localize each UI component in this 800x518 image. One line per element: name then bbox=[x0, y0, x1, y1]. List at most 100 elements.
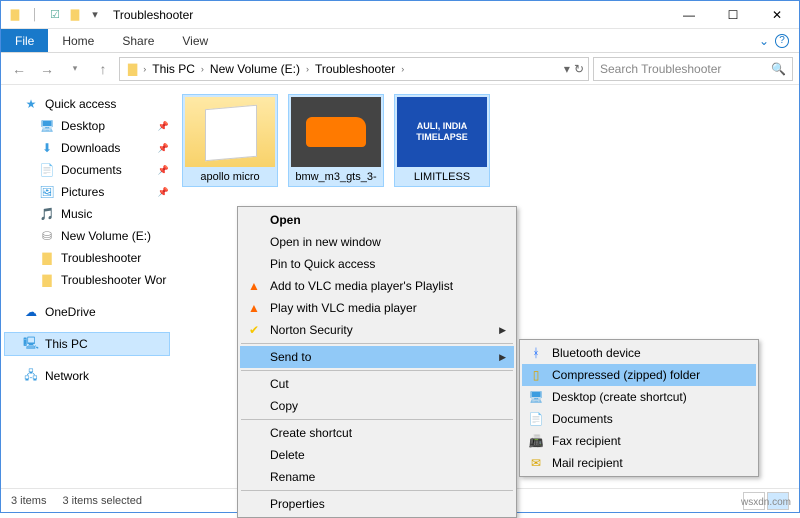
folder-icon: ▇ bbox=[7, 7, 23, 23]
tab-home[interactable]: Home bbox=[48, 29, 108, 52]
chevron-right-icon[interactable]: › bbox=[143, 64, 146, 74]
ctx-delete[interactable]: Delete bbox=[240, 444, 514, 466]
sendto-mail[interactable]: ✉Mail recipient bbox=[522, 452, 756, 474]
nav-this-pc[interactable]: 🖳This PC bbox=[5, 333, 169, 355]
folder-icon: ▇ bbox=[124, 62, 141, 76]
file-name: apollo micro bbox=[185, 171, 275, 184]
ctx-copy[interactable]: Copy bbox=[240, 395, 514, 417]
ctx-vlc-play[interactable]: ▲Play with VLC media player bbox=[240, 297, 514, 319]
ctx-vlc-playlist[interactable]: ▲Add to VLC media player's Playlist bbox=[240, 275, 514, 297]
file-item[interactable]: apollo micro bbox=[183, 95, 277, 186]
up-button[interactable]: ↑ bbox=[91, 57, 115, 81]
qat-dropdown-icon[interactable]: ▾ bbox=[87, 7, 103, 23]
address-dropdown-icon[interactable]: ▾ bbox=[564, 62, 570, 76]
network-icon: 🖧 bbox=[23, 368, 39, 384]
picture-icon: 🖼 bbox=[39, 184, 55, 200]
chevron-right-icon[interactable]: › bbox=[401, 64, 404, 74]
ctx-norton[interactable]: ✔Norton Security▶ bbox=[240, 319, 514, 341]
file-item[interactable]: AULI, INDIA TIMELAPSE LIMITLESS bbox=[395, 95, 489, 186]
chevron-right-icon[interactable]: › bbox=[306, 64, 309, 74]
breadcrumb[interactable]: ▇ › This PC › New Volume (E:) › Troubles… bbox=[119, 57, 589, 81]
folder-thumbnail bbox=[185, 97, 275, 167]
download-icon: ⬇ bbox=[39, 140, 55, 156]
ctx-open-new-window[interactable]: Open in new window bbox=[240, 231, 514, 253]
item-count: 3 items bbox=[11, 495, 46, 507]
desktop-icon: 🖥 bbox=[528, 389, 544, 405]
window-controls: — ☐ ✕ bbox=[667, 1, 799, 29]
watermark: wsxdn.com bbox=[741, 497, 791, 508]
selection-count: 3 items selected bbox=[62, 495, 141, 507]
ribbon-expand-icon[interactable]: ⌄ bbox=[759, 34, 769, 48]
sendto-desktop[interactable]: 🖥Desktop (create shortcut) bbox=[522, 386, 756, 408]
breadcrumb-segment[interactable]: This PC bbox=[148, 62, 199, 76]
nav-downloads[interactable]: ⬇Downloads📌 bbox=[5, 137, 169, 159]
ctx-open[interactable]: Open bbox=[240, 209, 514, 231]
qat-divider-icon: │ bbox=[27, 7, 43, 23]
properties-icon[interactable]: ☑ bbox=[47, 7, 63, 23]
address-bar: ← → ▾ ↑ ▇ › This PC › New Volume (E:) › … bbox=[1, 53, 799, 85]
sendto-documents[interactable]: 📄Documents bbox=[522, 408, 756, 430]
nav-desktop[interactable]: 🖥Desktop📌 bbox=[5, 115, 169, 137]
quick-access-toolbar: ▇ │ ☑ ▇ ▾ bbox=[7, 7, 103, 23]
chevron-right-icon: ▶ bbox=[499, 325, 506, 336]
forward-button[interactable]: → bbox=[35, 57, 59, 81]
nav-music[interactable]: 🎵Music bbox=[5, 203, 169, 225]
nav-pictures[interactable]: 🖼Pictures📌 bbox=[5, 181, 169, 203]
help-icon[interactable]: ? bbox=[775, 34, 789, 48]
titlebar: ▇ │ ☑ ▇ ▾ Troubleshooter — ☐ ✕ bbox=[1, 1, 799, 29]
breadcrumb-segment[interactable]: Troubleshooter bbox=[311, 62, 399, 76]
folder-icon: ▇ bbox=[39, 272, 55, 288]
refresh-icon[interactable]: ↻ bbox=[574, 62, 584, 76]
nav-troubleshooter[interactable]: ▇Troubleshooter bbox=[5, 247, 169, 269]
nav-quick-access[interactable]: ★Quick access bbox=[5, 93, 169, 115]
folder-icon: ▇ bbox=[39, 250, 55, 266]
ctx-pin-quick-access[interactable]: Pin to Quick access bbox=[240, 253, 514, 275]
nav-new-volume[interactable]: ⛁New Volume (E:) bbox=[5, 225, 169, 247]
vlc-icon: ▲ bbox=[246, 300, 262, 316]
ctx-create-shortcut[interactable]: Create shortcut bbox=[240, 422, 514, 444]
norton-icon: ✔ bbox=[246, 322, 262, 338]
search-input[interactable]: Search Troubleshooter 🔍 bbox=[593, 57, 793, 81]
vlc-icon: ▲ bbox=[246, 278, 262, 294]
new-folder-icon[interactable]: ▇ bbox=[67, 7, 83, 23]
nav-onedrive[interactable]: ☁OneDrive bbox=[5, 301, 169, 323]
tab-view[interactable]: View bbox=[168, 29, 222, 52]
breadcrumb-segment[interactable]: New Volume (E:) bbox=[206, 62, 304, 76]
ctx-rename[interactable]: Rename bbox=[240, 466, 514, 488]
close-button[interactable]: ✕ bbox=[755, 1, 799, 29]
ctx-cut[interactable]: Cut bbox=[240, 373, 514, 395]
ctx-send-to[interactable]: Send to▶ bbox=[240, 346, 514, 368]
nav-network[interactable]: 🖧Network bbox=[5, 365, 169, 387]
ribbon-help: ⌄ ? bbox=[759, 29, 799, 52]
chevron-right-icon: ▶ bbox=[499, 352, 506, 363]
image-thumbnail bbox=[291, 97, 381, 167]
sendto-bluetooth[interactable]: ᚼBluetooth device bbox=[522, 342, 756, 364]
desktop-icon: 🖥 bbox=[39, 118, 55, 134]
ctx-properties[interactable]: Properties bbox=[240, 493, 514, 515]
back-button[interactable]: ← bbox=[7, 57, 31, 81]
file-name: bmw_m3_gts_3- bbox=[291, 171, 381, 184]
tab-share[interactable]: Share bbox=[108, 29, 168, 52]
minimize-button[interactable]: — bbox=[667, 1, 711, 29]
fax-icon: 📠 bbox=[528, 433, 544, 449]
image-thumbnail: AULI, INDIA TIMELAPSE bbox=[397, 97, 487, 167]
file-item[interactable]: bmw_m3_gts_3- bbox=[289, 95, 383, 186]
ribbon-tabs: File Home Share View ⌄ ? bbox=[1, 29, 799, 53]
chevron-right-icon[interactable]: › bbox=[201, 64, 204, 74]
file-tab[interactable]: File bbox=[1, 29, 48, 52]
nav-pane: ★Quick access 🖥Desktop📌 ⬇Downloads📌 📄Doc… bbox=[1, 85, 173, 488]
document-icon: 📄 bbox=[39, 162, 55, 178]
document-icon: 📄 bbox=[528, 411, 544, 427]
mail-icon: ✉ bbox=[528, 455, 544, 471]
recent-dropdown[interactable]: ▾ bbox=[63, 57, 87, 81]
maximize-button[interactable]: ☐ bbox=[711, 1, 755, 29]
context-menu: Open Open in new window Pin to Quick acc… bbox=[237, 206, 517, 518]
nav-documents[interactable]: 📄Documents📌 bbox=[5, 159, 169, 181]
window-title: Troubleshooter bbox=[113, 8, 193, 22]
cloud-icon: ☁ bbox=[23, 304, 39, 320]
nav-troubleshooter-wor[interactable]: ▇Troubleshooter Wor bbox=[5, 269, 169, 291]
search-placeholder: Search Troubleshooter bbox=[600, 62, 721, 76]
sendto-compressed-folder[interactable]: ▯Compressed (zipped) folder bbox=[522, 364, 756, 386]
sendto-fax[interactable]: 📠Fax recipient bbox=[522, 430, 756, 452]
star-icon: ★ bbox=[23, 96, 39, 112]
